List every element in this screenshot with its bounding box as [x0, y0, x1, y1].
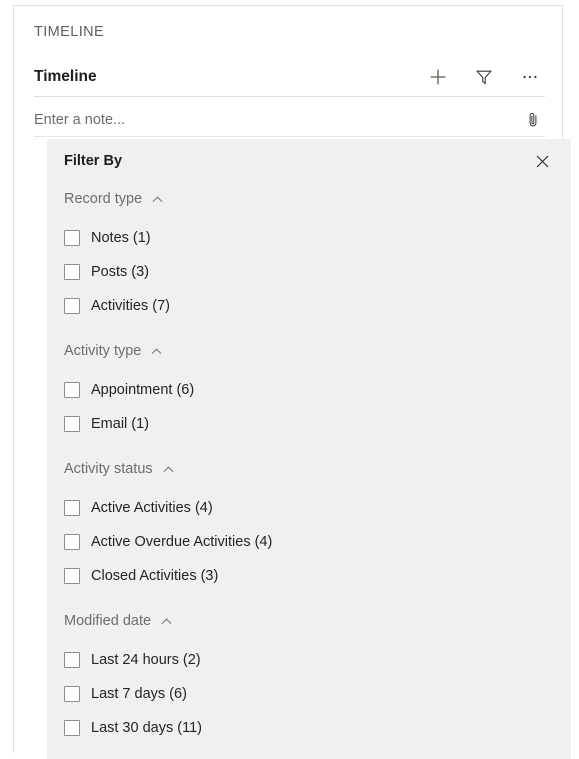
attachment-icon[interactable] [521, 108, 545, 132]
filter-option-label: Active Overdue Activities (4) [91, 534, 273, 550]
filter-panel-header: Filter By [47, 139, 571, 183]
filter-option-label: Last 7 days (6) [91, 686, 187, 702]
chevron-up-icon [162, 463, 175, 476]
filter-option-row[interactable]: Last 24 hours (2) [64, 643, 554, 677]
chevron-up-icon [151, 193, 164, 206]
filter-option-label: Last 30 days (11) [91, 720, 202, 736]
checkbox[interactable] [64, 264, 80, 280]
filter-option-row[interactable]: Notes (1) [64, 221, 554, 255]
checkbox[interactable] [64, 382, 80, 398]
more-options-icon[interactable] [516, 63, 544, 91]
chevron-up-icon [150, 345, 163, 358]
filter-group-title: Activity status [64, 461, 153, 477]
filter-panel-title: Filter By [64, 153, 123, 169]
filter-option-label: Activities (7) [91, 298, 170, 314]
checkbox[interactable] [64, 416, 80, 432]
filter-option-row[interactable]: Closed Activities (3) [64, 559, 554, 593]
filter-option-label: Last 24 hours (2) [91, 652, 201, 668]
checkbox[interactable] [64, 230, 80, 246]
filter-option-label: Notes (1) [91, 230, 151, 246]
section-eyebrow-label: TIMELINE [34, 24, 105, 40]
checkbox[interactable] [64, 534, 80, 550]
filter-groups: Record type Notes (1) Posts (3) Activiti… [47, 187, 571, 745]
page-title: Timeline [34, 68, 97, 85]
filter-option-row[interactable]: Active Activities (4) [64, 491, 554, 525]
filter-option-label: Posts (3) [91, 264, 150, 280]
timeline-pane: TIMELINE Timeline Enter a note... Filter… [0, 0, 579, 759]
close-icon[interactable] [529, 148, 555, 174]
filter-option-row[interactable]: Last 7 days (6) [64, 677, 554, 711]
filter-option-row[interactable]: Appointment (6) [64, 373, 554, 407]
filter-group-title: Modified date [64, 613, 152, 629]
filter-option-label: Email (1) [91, 416, 150, 432]
filter-group-title: Activity type [64, 343, 142, 359]
note-entry-row [34, 103, 545, 137]
chevron-up-icon [160, 615, 173, 628]
add-button[interactable] [424, 63, 452, 91]
filter-panel: Filter By Record type Notes (1) Posts (3… [47, 139, 571, 759]
filter-option-row[interactable]: Last 30 days (11) [64, 711, 554, 745]
filter-group-activity-status: Activity status Active Activities (4) Ac… [64, 457, 554, 593]
filter-icon[interactable] [470, 63, 498, 91]
filter-option-row[interactable]: Activities (7) [64, 289, 554, 323]
checkbox[interactable] [64, 298, 80, 314]
filter-option-label: Active Activities (4) [91, 500, 213, 516]
timeline-toolbar [424, 63, 544, 91]
timeline-card: TIMELINE Timeline Enter a note... Filter… [13, 5, 571, 759]
filter-group-header[interactable]: Modified date [64, 609, 554, 633]
filter-group-header[interactable]: Activity status [64, 457, 554, 481]
checkbox[interactable] [64, 686, 80, 702]
timeline-titlebar: Timeline [34, 61, 544, 93]
filter-option-label: Closed Activities (3) [91, 568, 219, 584]
note-input[interactable] [34, 111, 474, 128]
filter-group-modified-date: Modified date Last 24 hours (2) Last 7 d… [64, 609, 554, 745]
checkbox[interactable] [64, 500, 80, 516]
filter-group-record-type: Record type Notes (1) Posts (3) Activiti… [64, 187, 554, 323]
checkbox[interactable] [64, 720, 80, 736]
filter-group-header[interactable]: Activity type [64, 339, 554, 363]
checkbox[interactable] [64, 652, 80, 668]
filter-option-row[interactable]: Active Overdue Activities (4) [64, 525, 554, 559]
filter-option-row[interactable]: Email (1) [64, 407, 554, 441]
filter-group-activity-type: Activity type Appointment (6) Email (1) [64, 339, 554, 441]
filter-option-row[interactable]: Posts (3) [64, 255, 554, 289]
filter-group-header[interactable]: Record type [64, 187, 554, 211]
title-divider [34, 96, 545, 97]
filter-group-title: Record type [64, 191, 143, 207]
checkbox[interactable] [64, 568, 80, 584]
filter-option-label: Appointment (6) [91, 382, 195, 398]
